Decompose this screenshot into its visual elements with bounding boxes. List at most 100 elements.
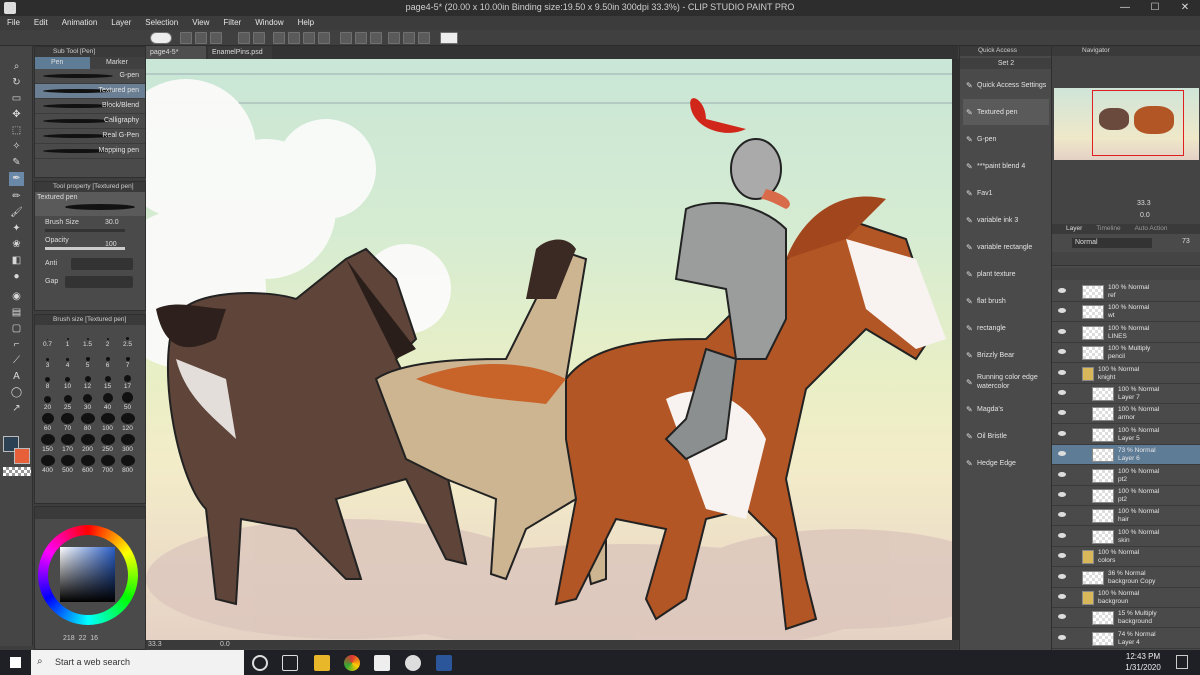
brush-size-cell[interactable]: 500 [58, 455, 77, 474]
brush-size-cell[interactable]: 70 [58, 413, 77, 432]
eye-icon[interactable] [1058, 634, 1066, 640]
pen-tool-icon[interactable]: ✒ [9, 172, 24, 186]
cortana-icon[interactable] [252, 655, 268, 671]
gap-selector[interactable] [65, 276, 133, 288]
menu-selection[interactable]: Selection [138, 16, 185, 30]
new-file-icon[interactable] [180, 32, 192, 44]
brush-size-cell[interactable]: 800 [118, 455, 137, 474]
menu-view[interactable]: View [185, 16, 216, 30]
rotate-tool-icon[interactable]: ↻ [9, 76, 24, 90]
eye-icon[interactable] [1058, 369, 1066, 375]
saturation-square[interactable] [60, 547, 115, 602]
doc-tab-page4-5[interactable]: page4-5* [146, 46, 206, 59]
layer-row[interactable]: 100 % Multiply pencil [1052, 343, 1200, 364]
navigator-zoom-value[interactable]: 33.3 [1137, 200, 1151, 207]
task-view-icon[interactable] [282, 655, 298, 671]
menu-help[interactable]: Help [291, 16, 321, 30]
clock-time[interactable]: 12:43 PM [1118, 652, 1168, 661]
brush-textured-pen[interactable]: Textured pen [35, 84, 145, 99]
canvas-zoom-value[interactable]: 33.3 [148, 641, 162, 648]
brush-real-gpen[interactable]: Real G-Pen [35, 129, 145, 144]
redo-icon[interactable] [253, 32, 265, 44]
brush-size-cell[interactable]: 300 [118, 434, 137, 453]
selection-icon[interactable] [370, 32, 382, 44]
brush-calligraphy[interactable]: Calligraphy [35, 114, 145, 129]
brush-size-cell[interactable]: 150 [38, 434, 57, 453]
windows-start-icon[interactable] [10, 657, 21, 668]
clock-date[interactable]: 1/31/2020 [1118, 663, 1168, 672]
clip-studio-taskbar-icon[interactable] [374, 655, 390, 671]
eye-icon[interactable] [1058, 288, 1066, 293]
brush-size-cell[interactable]: 12 [78, 371, 97, 390]
deselect-icon[interactable] [318, 32, 330, 44]
eyedropper-tool-icon[interactable]: ✎ [9, 156, 24, 170]
brush-size-cell[interactable]: 30 [78, 392, 97, 411]
tab-timeline[interactable]: Timeline [1086, 224, 1124, 234]
layer-row[interactable]: 100 % Normal pt2 [1052, 466, 1200, 486]
layer-row[interactable]: 100 % Normal Layer 7 [1052, 384, 1200, 404]
canvas-angle-value[interactable]: 0.0 [220, 641, 230, 648]
open-file-icon[interactable] [195, 32, 207, 44]
layer-row[interactable]: 100 % Normal hair [1052, 506, 1200, 527]
navigator-angle-value[interactable]: 0.0 [1140, 212, 1150, 219]
brush-size-cell[interactable]: 100 [98, 413, 117, 432]
quick-access-item[interactable]: ✎ Fav1 [963, 180, 1049, 206]
brush-size-cell[interactable]: 6 [98, 350, 117, 369]
clip-studio-icon[interactable] [150, 32, 172, 44]
quick-access-set-selector[interactable]: Set 2 [960, 58, 1052, 69]
sub-color-swatch[interactable] [14, 448, 30, 464]
eye-icon[interactable] [1058, 594, 1066, 599]
file-explorer-icon[interactable] [314, 655, 330, 671]
quick-access-item[interactable]: ✎ rectangle [963, 315, 1049, 341]
layer-row[interactable]: 74 % Normal Layer 4 [1052, 629, 1200, 649]
crop-icon[interactable] [355, 32, 367, 44]
quick-access-item[interactable]: ✎ Oil Bristle [963, 423, 1049, 449]
drawing-canvas[interactable] [146, 59, 952, 640]
eye-icon[interactable] [1058, 430, 1066, 436]
pencil-tool-icon[interactable]: ✏ [9, 190, 24, 204]
opacity-slider[interactable] [45, 247, 125, 250]
brush-size-cell[interactable]: 1.5 [78, 329, 97, 348]
operation-tool-icon[interactable]: ▭ [9, 92, 24, 106]
menu-layer[interactable]: Layer [104, 16, 138, 30]
brush-size-cell[interactable]: 200 [78, 434, 97, 453]
brush-size-cell[interactable]: 4 [58, 350, 77, 369]
decoration-tool-icon[interactable]: ❀ [9, 238, 24, 252]
quick-access-item[interactable]: ✎ Hedge Edge [963, 450, 1049, 476]
figure-tool-icon[interactable]: ▢ [9, 322, 24, 336]
subtab-marker[interactable]: Marker [90, 57, 145, 69]
brush-block-blend[interactable]: Block/Blend [35, 99, 145, 114]
fill-tool-icon[interactable]: ◉ [9, 290, 24, 304]
menu-edit[interactable]: Edit [27, 16, 55, 30]
layer-row[interactable]: 100 % Normal knight [1052, 364, 1200, 384]
word-icon[interactable] [436, 655, 452, 671]
move-layer-tool-icon[interactable]: ✥ [9, 108, 24, 122]
notifications-icon[interactable] [1176, 655, 1188, 669]
anti-alias-selector[interactable] [71, 258, 133, 270]
brush-size-cell[interactable]: 700 [98, 455, 117, 474]
brush-size-cell[interactable]: 600 [78, 455, 97, 474]
brush-size-cell[interactable]: 80 [78, 413, 97, 432]
chrome-icon[interactable] [344, 655, 360, 671]
menu-animation[interactable]: Animation [55, 16, 105, 30]
quick-access-item[interactable]: ✎ Brizzly Bear [963, 342, 1049, 368]
quick-access-item[interactable]: ✎ flat brush [963, 288, 1049, 314]
brush-size-cell[interactable]: 20 [38, 392, 57, 411]
menu-window[interactable]: Window [248, 16, 290, 30]
ruler-tool-icon[interactable]: ⟋ [9, 354, 24, 368]
quick-access-item[interactable]: ✎ ***paint blend 4 [963, 153, 1049, 179]
brush-size-cell[interactable]: 25 [58, 392, 77, 411]
quick-access-item[interactable]: ✎ variable rectangle [963, 234, 1049, 260]
eye-icon[interactable] [1058, 410, 1066, 416]
canvas-vertical-scrollbar[interactable] [952, 59, 959, 640]
undo-icon[interactable] [238, 32, 250, 44]
brush-mapping-pen[interactable]: Mapping pen [35, 144, 145, 159]
help-icon[interactable] [440, 32, 458, 44]
eye-icon[interactable] [1058, 492, 1066, 497]
snap-special-icon[interactable] [418, 32, 430, 44]
quick-access-item[interactable]: ✎ G-pen [963, 126, 1049, 152]
snap-grid-icon[interactable] [403, 32, 415, 44]
brush-size-cell[interactable]: 5 [78, 350, 97, 369]
eye-icon[interactable] [1058, 573, 1066, 579]
eye-icon[interactable] [1058, 349, 1066, 355]
